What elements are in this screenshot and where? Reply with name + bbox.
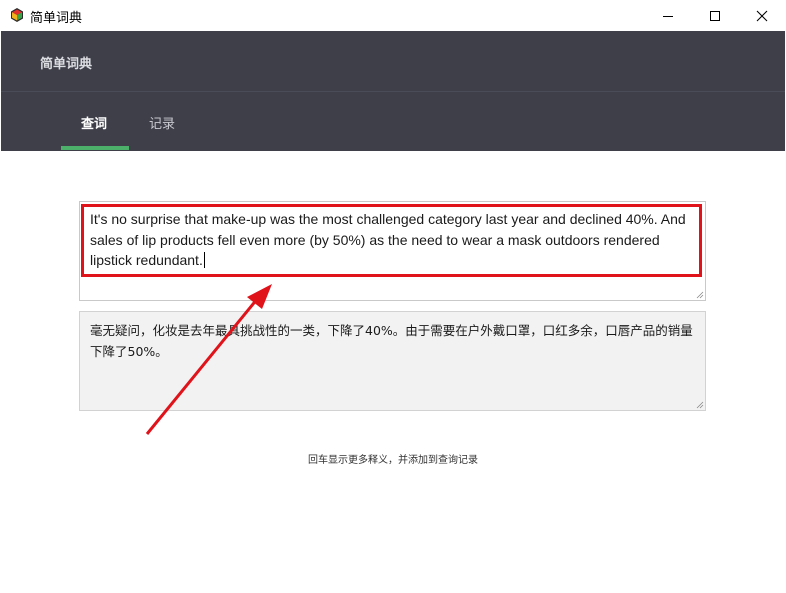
title-bar: 简单词典 <box>0 0 786 31</box>
active-tab-indicator <box>61 146 129 150</box>
app-logo-icon <box>11 8 23 22</box>
close-icon <box>756 10 768 21</box>
minimize-button[interactable] <box>645 0 691 31</box>
tab-query[interactable]: 查词 <box>81 113 107 132</box>
translation-output[interactable]: 毫无疑问，化妆是去年最具挑战性的一类，下降了40%。由于需要在户外戴口罩，口红多… <box>79 311 706 411</box>
resize-grip-icon[interactable] <box>696 291 704 299</box>
maximize-icon <box>710 10 720 21</box>
annotation-highlight-box <box>81 204 702 277</box>
app-header: 简单词典 查词 记录 <box>1 31 785 151</box>
minimize-icon <box>663 15 673 17</box>
translation-output-text: 毫无疑问，化妆是去年最具挑战性的一类，下降了40%。由于需要在户外戴口罩，口红多… <box>90 323 693 359</box>
hint-text: 回车显示更多释义，并添加到查询记录 <box>308 455 478 466</box>
window-title: 简单词典 <box>30 11 83 26</box>
resize-grip-icon[interactable] <box>696 401 704 409</box>
close-button[interactable] <box>739 0 785 31</box>
tab-record[interactable]: 记录 <box>149 113 175 132</box>
maximize-button[interactable] <box>692 0 738 31</box>
brand-title: 简单词典 <box>40 57 93 72</box>
header-divider <box>1 91 785 92</box>
